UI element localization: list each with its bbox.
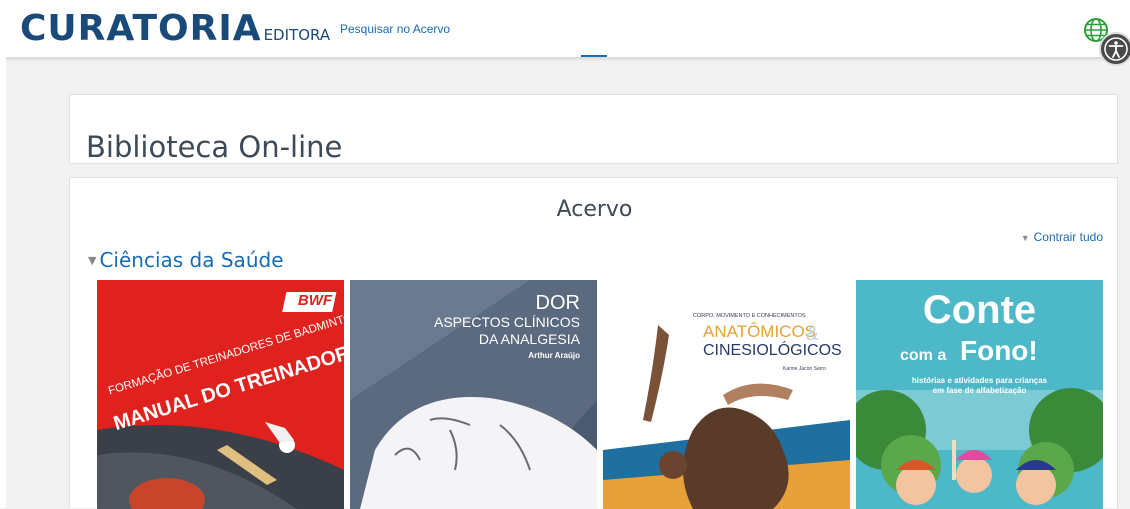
logo-main-text: CURATORIA (20, 8, 262, 49)
book-small-text: CORPO, MOVIMENTO E CONHECIMENTOS (693, 313, 806, 319)
logo-sub-text: EDITORA (263, 26, 331, 44)
book-badge: BWF (297, 292, 333, 309)
book-subtitle-line1: histórias e atividades para crianças (911, 376, 1048, 385)
collapse-all-link[interactable]: ▼ Contrair tudo (1021, 230, 1103, 244)
caret-down-icon: ▼ (1020, 233, 1030, 243)
book-title-line2a: com a (900, 347, 947, 364)
book-title-line2: ASPECTOS CLÍNICOS (433, 314, 580, 330)
book-cover-badminton[interactable]: BWF FORMAÇÃO DE TREINADORES DE BADMINTON… (97, 280, 344, 509)
category-label: Ciências da Saúde (99, 248, 284, 272)
book-title-line1: Conte (922, 288, 1037, 332)
collection-card: Acervo ▼ Contrair tudo ▼ Ciências da Saúde… (69, 177, 1118, 509)
book-author: Karine Jacon Sarro (783, 366, 826, 372)
book-cover-conte-com-a-fono[interactable]: Conte com a Fono! histórias e atividades… (856, 280, 1103, 509)
accessibility-icon[interactable] (1099, 32, 1130, 66)
left-edge-strip (0, 57, 6, 508)
book-cover-dor[interactable]: DOR ASPECTOS CLÍNICOS DA ANALGESIA Arthu… (350, 280, 597, 509)
top-navbar: CURATORIA EDITORA Pesquisar no Acervo (0, 0, 1130, 57)
search-collection-link[interactable]: Pesquisar no Acervo (340, 22, 450, 36)
book-subtitle-line2: em fase de alfabetização (932, 386, 1027, 395)
book-title-line1: ANATÔMICOS (703, 322, 817, 341)
site-logo[interactable]: CURATORIA EDITORA (20, 8, 330, 49)
book-author: Arthur Araújo (528, 351, 580, 360)
book-title-line1: DOR (535, 292, 580, 314)
caret-down-icon: ▼ (88, 254, 97, 267)
book-title-line3: DA ANALGESIA (478, 331, 580, 347)
page-title: Biblioteca On-line (86, 130, 343, 165)
book-title-line2b: Fono! (960, 335, 1038, 366)
page-header-card: Biblioteca On-line (69, 94, 1118, 164)
collapse-all-label: Contrair tudo (1033, 230, 1103, 244)
category-heading[interactable]: ▼ Ciências da Saúde (88, 248, 284, 272)
book-cover-anatomicos[interactable]: CORPO, MOVIMENTO E CONHECIMENTOS ANATÔMI… (603, 280, 850, 509)
book-title-line2: CINESIOLÓGICOS (703, 342, 842, 359)
section-title: Acervo (556, 197, 633, 222)
active-indicator (581, 55, 607, 57)
